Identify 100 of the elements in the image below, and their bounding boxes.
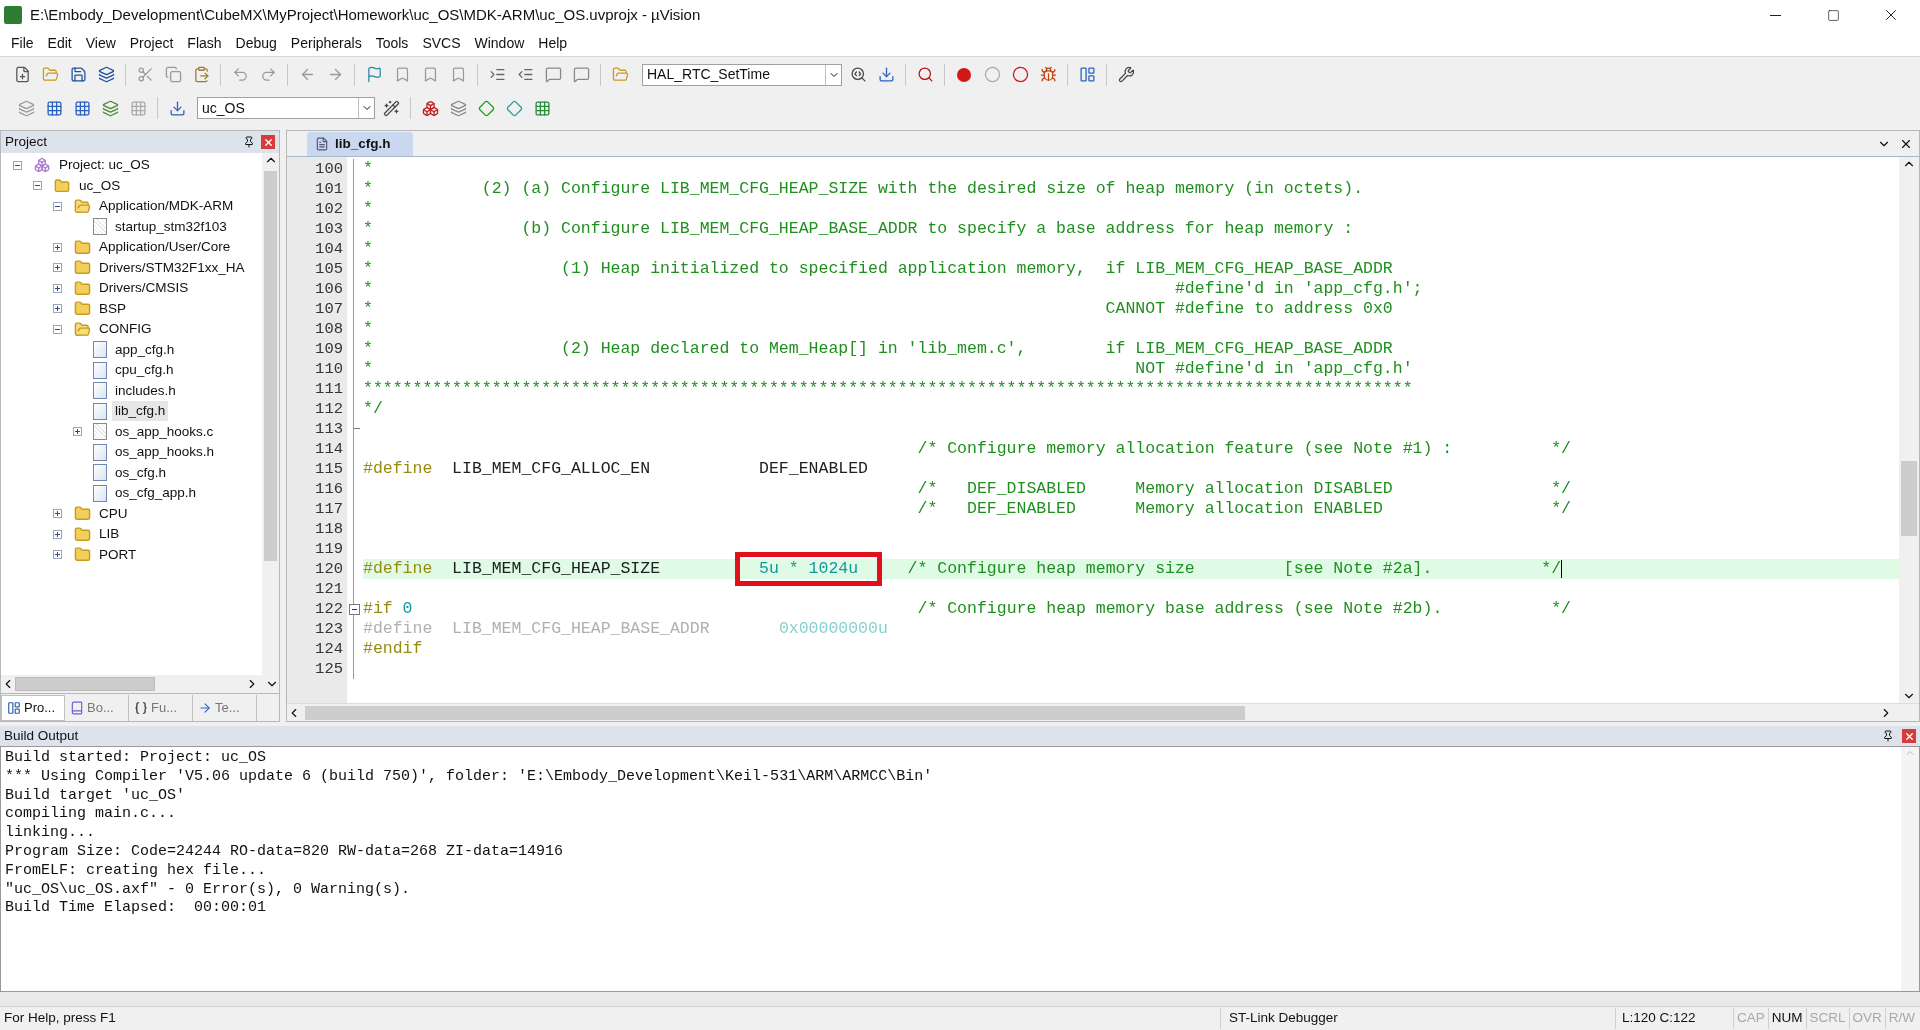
tree-item[interactable]: CONFIG <box>96 319 155 340</box>
scroll-thumb[interactable] <box>305 705 1245 720</box>
window-title: E:\Embody_Development\CubeMX\MyProject\Homework\uc_OS\MDK-ARM\uc_OS.uvprojx - µVision <box>30 4 701 25</box>
panel-tab[interactable]: Bo... <box>65 695 129 721</box>
code-text: #define <box>363 559 433 579</box>
line-number: 118 <box>314 519 344 539</box>
scroll-thumb[interactable] <box>1901 461 1917 536</box>
file-icon <box>93 341 107 359</box>
pin-icon[interactable] <box>1882 730 1894 742</box>
menu-item[interactable]: Project <box>122 32 181 54</box>
fold-toggle[interactable] <box>349 604 360 615</box>
collapse-toggle[interactable] <box>52 201 62 211</box>
code-text: LIB_MEM_CFG_ALLOC_EN DEF_ENABLED <box>451 459 868 479</box>
tree-item[interactable]: includes.h <box>112 380 179 401</box>
folder-icon <box>73 526 91 543</box>
code-comment: * (b) Configure LIB_MEM_CFG_HEAP_BASE_ADDR to specify a base address for heap memory : <box>363 219 1354 239</box>
tree-item[interactable]: Drivers/CMSIS <box>96 278 192 299</box>
panel-tab[interactable]: Fu... <box>129 695 193 721</box>
expand-toggle[interactable] <box>52 529 62 539</box>
output-line: *** Using Compiler 'V5.06 update 6 (build 750)', folder: 'E:\Embody_Development\Keil-531\ARM\ARMCC\Bin' <box>5 767 934 787</box>
output-line: linking... <box>5 824 96 843</box>
collapse-toggle[interactable] <box>32 181 42 191</box>
menu-item[interactable]: View <box>78 32 123 54</box>
code-comment: * (2) Heap declared to Mem_Heap[] in 'lib_mem.c', if LIB_MEM_CFG_HEAP_BASE_ADDR <box>363 339 1393 359</box>
horizontal-scrollbar[interactable] <box>0 992 1920 1006</box>
line-number: 122 <box>314 599 344 619</box>
braces-icon <box>134 701 148 715</box>
line-number: 116 <box>314 479 344 499</box>
output-line: Build Time Elapsed: 00:00:01 <box>5 899 268 919</box>
scroll-thumb[interactable] <box>264 171 277 561</box>
expand-toggle[interactable] <box>52 283 62 293</box>
code-comment: ********************************************************************************************************** <box>363 379 1413 399</box>
tree-item[interactable]: PORT <box>96 544 140 565</box>
menu-item[interactable]: Window <box>467 32 532 54</box>
code-text: #endif <box>363 639 423 659</box>
expand-toggle[interactable] <box>52 304 62 314</box>
expand-toggle[interactable] <box>52 550 62 560</box>
tree-item[interactable]: Project: uc_OS <box>56 155 153 176</box>
collapse-toggle[interactable] <box>12 160 22 170</box>
load-icon <box>168 99 186 117</box>
menu-item[interactable]: Edit <box>40 32 79 54</box>
scroll-thumb[interactable] <box>15 677 155 691</box>
restore-icon <box>1826 8 1840 22</box>
text-cursor <box>1561 560 1563 578</box>
tree-item[interactable]: LIB <box>96 524 123 545</box>
breakpoint-icon[interactable] <box>957 67 971 82</box>
tree-item[interactable]: Application/MDK-ARM <box>96 196 237 217</box>
tree-item[interactable]: BSP <box>96 298 129 319</box>
expand-toggle[interactable] <box>52 263 62 273</box>
folder-icon <box>73 239 91 256</box>
menu-item[interactable]: SVCS <box>415 32 468 54</box>
code-comment: * <box>363 159 373 179</box>
close-icon[interactable] <box>1899 137 1913 151</box>
menu-item[interactable]: Help <box>531 32 575 54</box>
tree-item[interactable]: os_app_hooks.h <box>112 442 218 463</box>
tree-item[interactable]: os_cfg_app.h <box>112 483 200 504</box>
menu-item[interactable]: Debug <box>228 32 284 54</box>
vertical-scrollbar[interactable] <box>262 153 279 675</box>
manage-components-icon <box>421 99 439 117</box>
target-combo[interactable]: uc_OS <box>197 97 375 119</box>
menu-item[interactable]: File <box>4 32 41 54</box>
collapse-toggle[interactable] <box>52 324 62 334</box>
code-comment: * <box>363 319 373 339</box>
tree-item[interactable]: os_app_hooks.c <box>112 421 217 442</box>
tree-item[interactable]: Drivers/STM32F1xx_HA <box>96 257 248 278</box>
tree-item[interactable]: cpu_cfg.h <box>112 360 177 381</box>
vertical-scrollbar[interactable] <box>1899 157 1919 703</box>
folder-icon <box>73 505 91 522</box>
tree-item[interactable]: CPU <box>96 503 131 524</box>
editor-tab[interactable]: lib_cfg.h <box>307 132 413 156</box>
pin-icon[interactable] <box>243 136 255 148</box>
folder-icon <box>73 198 91 215</box>
tree-item[interactable]: startup_stm32f103 <box>112 216 230 237</box>
expand-toggle[interactable] <box>72 427 82 437</box>
expand-toggle[interactable] <box>52 242 62 252</box>
tree-item[interactable]: uc_OS <box>76 175 124 196</box>
menu-item[interactable]: Peripherals <box>283 32 369 54</box>
horizontal-scrollbar[interactable] <box>1 675 279 693</box>
panel-tab[interactable]: Te... <box>193 695 257 721</box>
code-comment: * #define'd in 'app_cfg.h'; <box>363 279 1423 299</box>
line-number: 113 <box>314 419 344 439</box>
tree-item[interactable]: app_cfg.h <box>112 339 178 360</box>
function-combo[interactable]: HAL_RTC_SetTime <box>642 63 842 86</box>
code-comment: * <box>363 199 373 219</box>
vertical-scrollbar[interactable] <box>1901 747 1919 991</box>
panel-tab[interactable]: Pro... <box>1 695 65 721</box>
tree-item[interactable]: lib_cfg.h <box>112 401 169 422</box>
menu-item[interactable]: Flash <box>180 32 229 54</box>
menu-item[interactable]: Tools <box>368 32 416 54</box>
line-number: 124 <box>314 639 344 659</box>
code-text: 0 <box>401 599 413 619</box>
tree-item[interactable]: Application/User/Core <box>96 237 234 258</box>
folder-icon <box>73 546 91 563</box>
output-line: "uc_OS\uc_OS.axf" - 0 Error(s), 0 Warning(s). <box>5 880 412 900</box>
status-indicator: OVR <box>1848 1008 1885 1029</box>
tree-item[interactable]: os_cfg.h <box>112 462 170 483</box>
line-number: 112 <box>314 399 344 419</box>
line-number: 123 <box>314 619 344 639</box>
horizontal-scrollbar[interactable] <box>287 703 1919 721</box>
expand-toggle[interactable] <box>52 509 62 519</box>
